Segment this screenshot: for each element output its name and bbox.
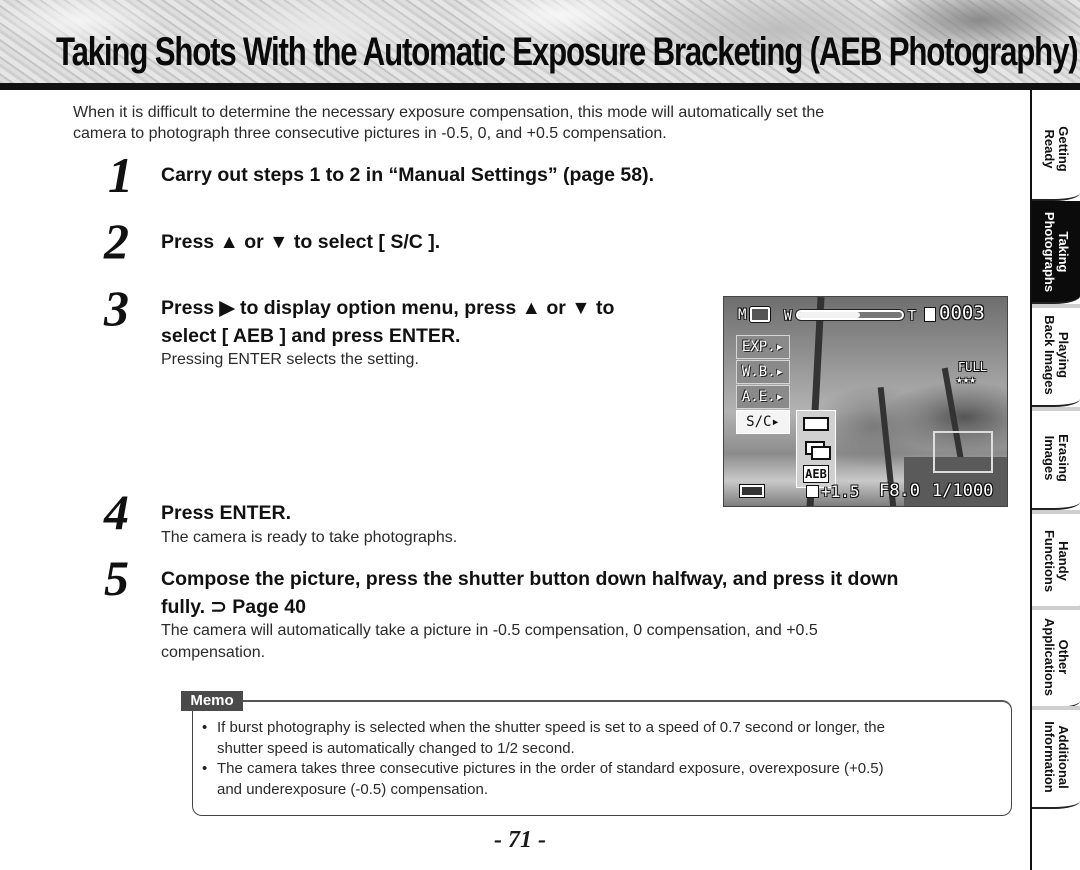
side-tab-label: Getting Ready bbox=[1042, 125, 1071, 172]
memo-item-line: If burst photography is selected when th… bbox=[217, 719, 885, 736]
side-tab-other-applications[interactable]: Other Applications bbox=[1032, 606, 1080, 709]
zoom-indicator bbox=[796, 310, 904, 320]
side-tab-label: Erasing Images bbox=[1042, 433, 1071, 482]
memo-item-line: shutter speed is automatically changed t… bbox=[217, 739, 575, 757]
side-tab-playing-back-images[interactable]: Playing Back Images bbox=[1032, 304, 1080, 407]
step-5-body: The camera will automatically take a pic… bbox=[161, 620, 818, 664]
step-3-heading-line: Press ▶ to display option menu, press ▲ … bbox=[161, 297, 615, 319]
cam-menu-sc: S/C▸ bbox=[736, 410, 790, 434]
side-tab-label: Other Applications bbox=[1042, 617, 1071, 696]
memo-item-line: and underexposure (-0.5) compensation. bbox=[217, 780, 488, 798]
step-number-2: 2 bbox=[104, 213, 129, 269]
side-tab-label: Handy Functions bbox=[1042, 529, 1071, 592]
page-number: - 71 - bbox=[494, 827, 546, 853]
side-tab-label: Taking Photographs bbox=[1042, 211, 1071, 292]
step-3-heading-line: select [ AEB ] and press ENTER. bbox=[161, 325, 461, 347]
sc-submenu: AEB bbox=[796, 410, 836, 488]
aperture-value: F8.0 bbox=[879, 481, 920, 501]
step-5-heading-line: Compose the picture, press the shutter b… bbox=[161, 568, 899, 590]
burst-icon bbox=[803, 441, 831, 460]
zoom-level-fill bbox=[798, 312, 861, 318]
step-number-1: 1 bbox=[108, 147, 133, 203]
zoom-wide-label: W bbox=[784, 309, 792, 324]
side-tab-taking-photographs[interactable]: Taking Photographs bbox=[1032, 201, 1080, 304]
page-title: Taking Shots With the Automatic Exposure… bbox=[56, 30, 1079, 74]
step-3-heading: Press ▶ to display option menu, press ▲ … bbox=[161, 294, 614, 350]
aeb-option: AEB bbox=[803, 465, 829, 483]
quality-stars: ★★★ bbox=[956, 373, 976, 386]
exposure-comp-icon bbox=[806, 485, 819, 498]
step-3-body: Pressing ENTER selects the setting. bbox=[161, 351, 419, 368]
cam-menu-ae: A.E.▸ bbox=[736, 385, 790, 409]
frame-counter: 0003 bbox=[939, 302, 985, 324]
memory-card-icon bbox=[924, 307, 936, 322]
memo-item: If burst photography is selected when th… bbox=[200, 718, 1005, 759]
step-4-body: The camera is ready to take photographs. bbox=[161, 529, 458, 546]
step-5-heading: Compose the picture, press the shutter b… bbox=[161, 565, 898, 621]
manual-camera-icon: M bbox=[738, 307, 770, 323]
header-rule bbox=[0, 83, 1080, 90]
side-tab-label: Playing Back Images bbox=[1042, 314, 1071, 395]
single-shot-icon bbox=[803, 417, 829, 431]
step-1-heading: Carry out steps 1 to 2 in “Manual Settin… bbox=[161, 164, 655, 186]
side-tab-getting-ready[interactable]: Getting Ready bbox=[1032, 98, 1080, 201]
camera-body-icon bbox=[750, 307, 770, 322]
side-tab-additional-information[interactable]: Additional Information bbox=[1032, 706, 1080, 809]
memo-list: If burst photography is selected when th… bbox=[200, 718, 1005, 800]
intro-paragraph: When it is difficult to determine the ne… bbox=[73, 102, 973, 144]
step-4-heading: Press ENTER. bbox=[161, 502, 292, 524]
cam-menu-wb: W.B.▸ bbox=[736, 360, 790, 384]
step-number-4: 4 bbox=[104, 484, 129, 540]
step-5-heading-line: fully. ⊃ Page 40 bbox=[161, 596, 306, 618]
side-tab-erasing-images[interactable]: Erasing Images bbox=[1032, 407, 1080, 510]
step-number-3: 3 bbox=[104, 280, 129, 336]
step-5-body-line: The camera will automatically take a pic… bbox=[161, 622, 818, 639]
memo-item: The camera takes three consecutive pictu… bbox=[200, 759, 1005, 800]
camera-lcd-screenshot: M W T 0003 EXP.▸ W.B.▸ A.E.▸ S/C▸ AEB FU… bbox=[723, 296, 1008, 507]
zoom-tele-label: T bbox=[908, 309, 916, 324]
shutter-value: 1/1000 bbox=[932, 481, 994, 501]
memo-item-line: The camera takes three consecutive pictu… bbox=[217, 760, 884, 777]
af-frame bbox=[933, 431, 993, 473]
memo-label: Memo bbox=[181, 691, 243, 711]
side-tab-label: Additional Information bbox=[1042, 720, 1071, 793]
step-2-heading: Press ▲ or ▼ to select [ S/C ]. bbox=[161, 231, 441, 253]
side-tab-handy-functions[interactable]: Handy Functions bbox=[1032, 510, 1080, 613]
step-5-body-line: compensation. bbox=[161, 644, 266, 661]
step-number-5: 5 bbox=[104, 550, 129, 606]
exposure-comp-value: +1.5 bbox=[821, 482, 860, 501]
intro-line: When it is difficult to determine the ne… bbox=[73, 104, 825, 121]
intro-line: camera to photograph three consecutive p… bbox=[73, 125, 667, 142]
cam-menu-exp: EXP.▸ bbox=[736, 335, 790, 359]
battery-icon bbox=[740, 485, 764, 497]
